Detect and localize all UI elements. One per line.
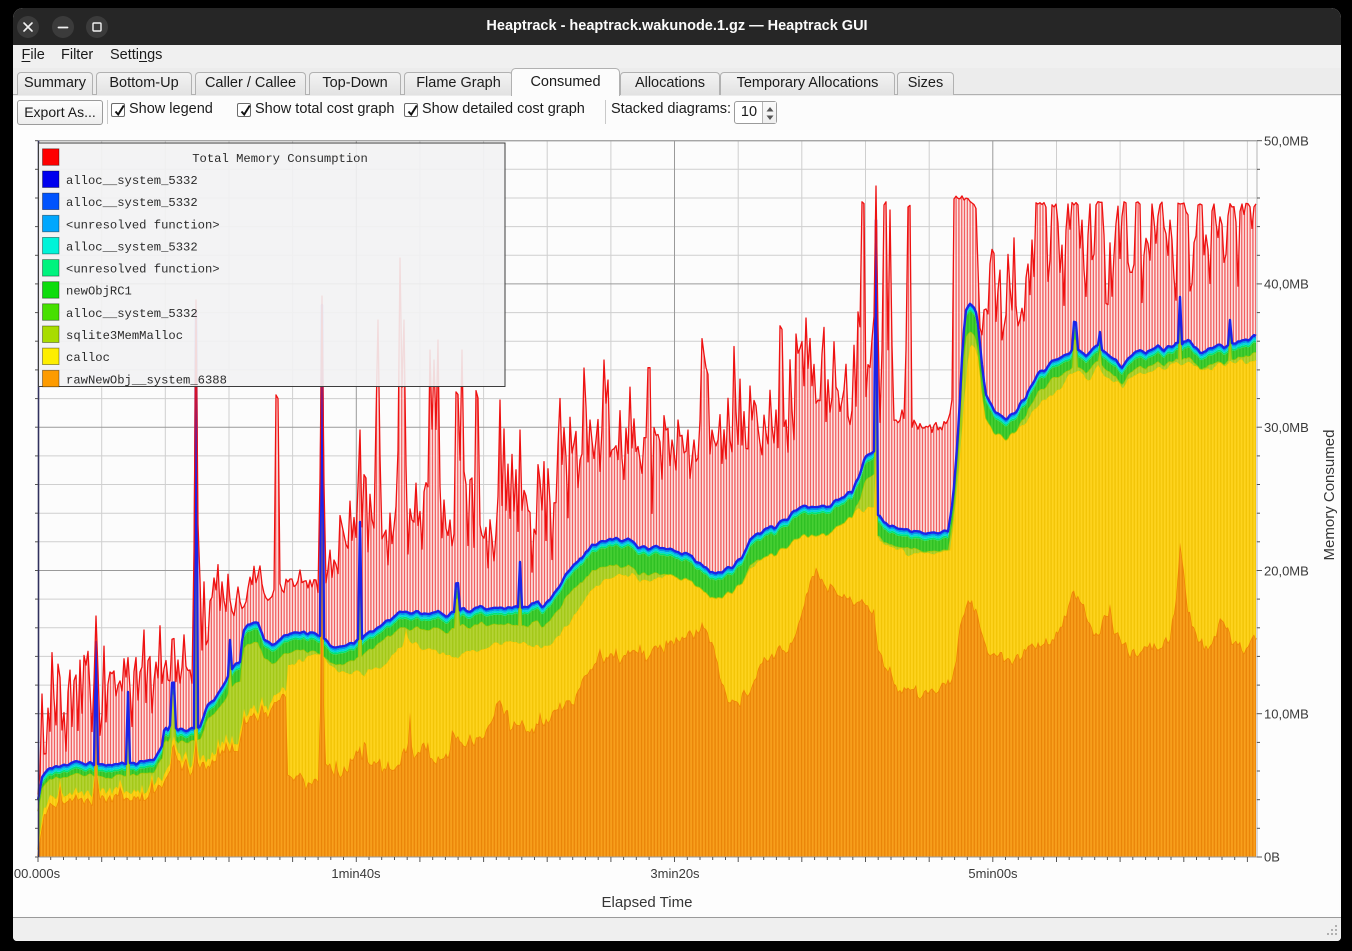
svg-text:<unresolved function>: <unresolved function> bbox=[66, 263, 220, 277]
svg-text:Elapsed Time: Elapsed Time bbox=[602, 894, 693, 911]
svg-text:0B: 0B bbox=[1264, 850, 1280, 865]
svg-text:20,0MB: 20,0MB bbox=[1264, 563, 1309, 578]
svg-text:Memory Consumed: Memory Consumed bbox=[1321, 430, 1338, 561]
svg-text:50,0MB: 50,0MB bbox=[1264, 134, 1309, 149]
svg-text:alloc__system_5332: alloc__system_5332 bbox=[66, 307, 198, 321]
svg-text:alloc__system_5332: alloc__system_5332 bbox=[66, 240, 198, 254]
svg-text:<unresolved function>: <unresolved function> bbox=[66, 218, 220, 232]
svg-text:calloc: calloc bbox=[66, 351, 110, 365]
svg-text:alloc__system_5332: alloc__system_5332 bbox=[66, 174, 198, 188]
svg-text:3min20s: 3min20s bbox=[650, 866, 700, 881]
svg-text:30,0MB: 30,0MB bbox=[1264, 420, 1309, 435]
svg-text:10,0MB: 10,0MB bbox=[1264, 707, 1309, 722]
svg-text:40,0MB: 40,0MB bbox=[1264, 277, 1309, 292]
svg-text:5min00s: 5min00s bbox=[968, 866, 1018, 881]
svg-text:1min40s: 1min40s bbox=[331, 866, 381, 881]
svg-text:rawNewObj__system_6388: rawNewObj__system_6388 bbox=[66, 373, 227, 387]
svg-text:Total Memory Consumption: Total Memory Consumption bbox=[192, 152, 368, 166]
svg-text:sqlite3MemMalloc: sqlite3MemMalloc bbox=[66, 329, 183, 343]
svg-text:alloc__system_5332: alloc__system_5332 bbox=[66, 196, 198, 210]
svg-text:newObjRC1: newObjRC1 bbox=[66, 285, 132, 299]
svg-text:00.000s: 00.000s bbox=[14, 866, 61, 881]
